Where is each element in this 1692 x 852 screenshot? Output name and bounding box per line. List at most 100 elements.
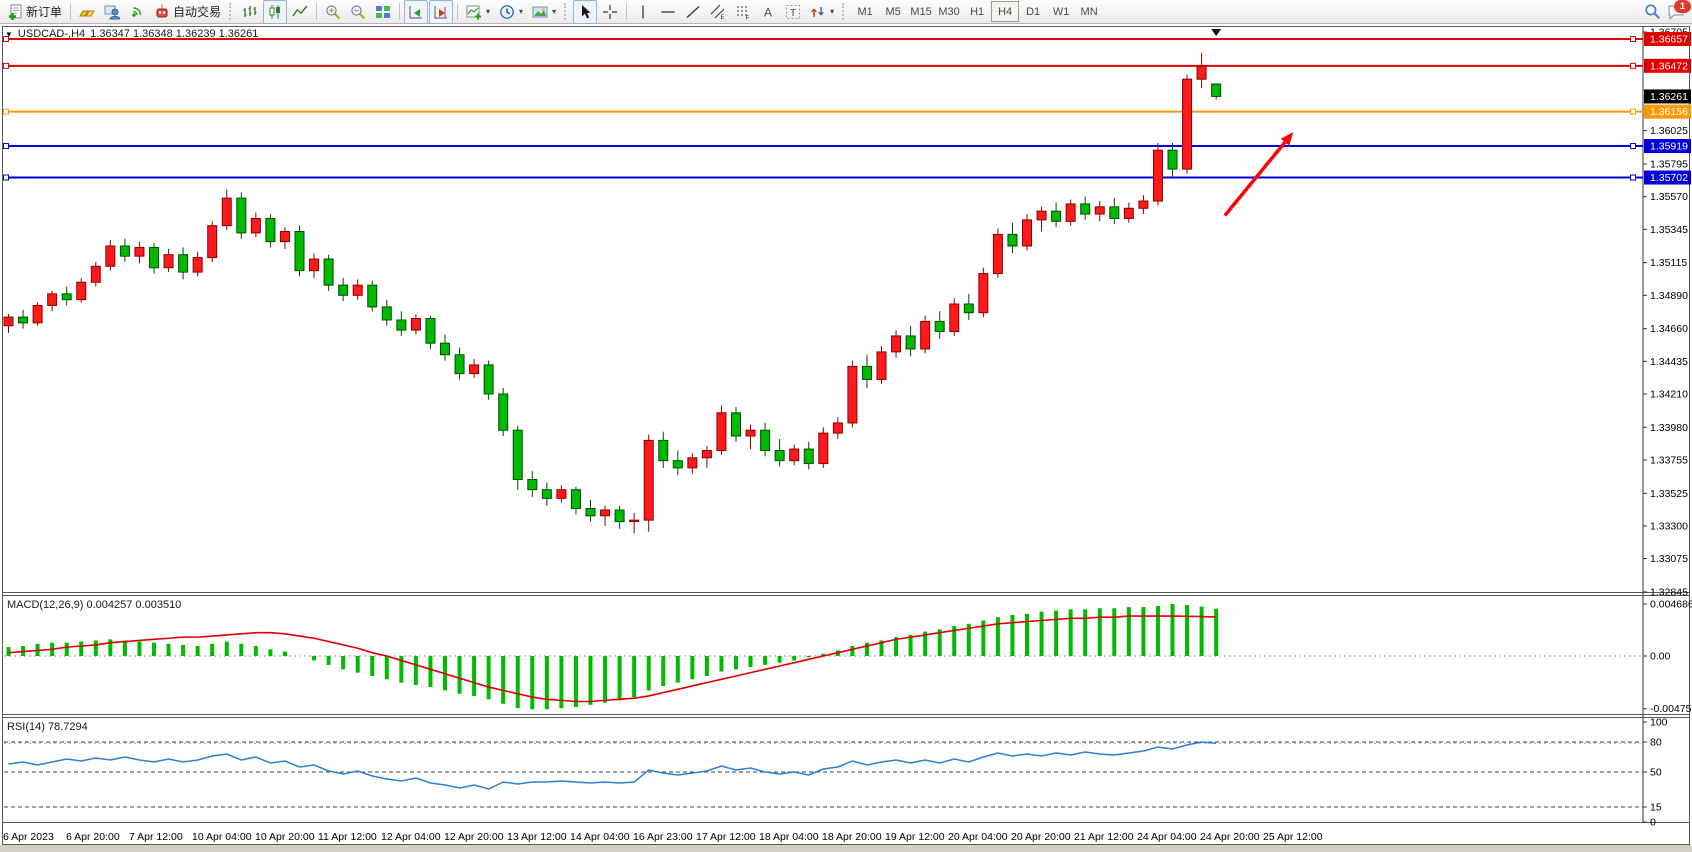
text-tool-button[interactable]: A (756, 0, 780, 24)
arrows-tool-button[interactable]: ▾ (806, 0, 838, 24)
line-chart-mode-button[interactable] (288, 0, 312, 24)
zoom-out-button[interactable] (346, 0, 370, 24)
candlestick-icon (267, 4, 283, 20)
toolbar-grip (564, 3, 569, 20)
text-label-tool-button[interactable]: T (781, 0, 805, 24)
fibonacci-tool-button[interactable]: F (731, 0, 755, 24)
zoom-in-button[interactable] (321, 0, 345, 24)
toolbar-separator (457, 3, 458, 20)
svg-text:25 Apr 12:00: 25 Apr 12:00 (1263, 831, 1323, 843)
toolbar-separator (70, 3, 71, 20)
svg-text:1.36472: 1.36472 (1650, 60, 1688, 72)
svg-text:1.35702: 1.35702 (1650, 172, 1688, 184)
channel-tool-button[interactable]: E (706, 0, 730, 24)
toolbar-separator (316, 3, 317, 20)
svg-text:E: E (721, 15, 725, 20)
tile-windows-button[interactable] (371, 0, 395, 24)
signal-icon (129, 4, 145, 20)
main-toolbar: 新订单 自动交易 (0, 0, 1692, 24)
svg-text:0: 0 (1650, 817, 1656, 829)
periods-button[interactable]: ▾ (495, 0, 527, 24)
text-label-icon: T (785, 4, 801, 20)
svg-text:1.36025: 1.36025 (1650, 125, 1688, 137)
svg-text:80: 80 (1650, 737, 1662, 749)
auto-trading-button[interactable]: 自动交易 (150, 0, 225, 24)
svg-text:1.36156: 1.36156 (1650, 106, 1688, 118)
timeframe-button-H4[interactable]: H4 (991, 1, 1019, 22)
svg-text:11 Apr 12:00: 11 Apr 12:00 (318, 831, 377, 843)
svg-text:18 Apr 04:00: 18 Apr 04:00 (759, 831, 819, 843)
svg-text:16 Apr 23:00: 16 Apr 23:00 (633, 831, 693, 843)
metaeditor-button[interactable] (100, 0, 124, 24)
dropdown-caret-icon: ▾ (486, 7, 490, 16)
timeframe-button-M30[interactable]: M30 (935, 1, 963, 22)
chart-shift-icon (433, 4, 449, 20)
fibonacci-icon: F (735, 4, 751, 20)
toolbar-grip (229, 3, 234, 20)
chart-canvas[interactable]: 1.367051.360251.357951.355701.353451.351… (0, 24, 1692, 852)
svg-text:0.00: 0.00 (1650, 651, 1671, 663)
timeframe-button-M15[interactable]: M15 (907, 1, 935, 22)
svg-text:1.35919: 1.35919 (1650, 141, 1688, 153)
svg-text:1.33755: 1.33755 (1650, 454, 1688, 466)
dropdown-caret-icon: ▾ (830, 7, 834, 16)
template-icon (532, 4, 548, 20)
editor-person-icon (104, 4, 120, 20)
notifications-button[interactable]: 1 (1667, 4, 1685, 20)
equidistant-channel-icon: E (710, 4, 726, 20)
timeframe-button-D1[interactable]: D1 (1019, 1, 1047, 22)
dropdown-caret-icon: ▾ (552, 7, 556, 16)
timeframe-button-M5[interactable]: M5 (879, 1, 907, 22)
timeframe-button-M1[interactable]: M1 (851, 1, 879, 22)
svg-text:24 Apr 20:00: 24 Apr 20:00 (1200, 831, 1260, 843)
chart-window: 1.367051.360251.357951.355701.353451.351… (0, 24, 1692, 852)
svg-text:1.32845: 1.32845 (1650, 586, 1688, 598)
svg-text:10 Apr 04:00: 10 Apr 04:00 (192, 831, 252, 843)
gold-bars-icon (79, 4, 95, 20)
crosshair-icon (602, 4, 618, 20)
svg-text:1.35115: 1.35115 (1650, 257, 1687, 269)
svg-text:A: A (764, 5, 772, 19)
templates-button[interactable]: ▾ (528, 0, 560, 24)
timeframe-button-W1[interactable]: W1 (1047, 1, 1075, 22)
cursor-icon (577, 4, 593, 20)
text-icon: A (760, 4, 776, 20)
vertical-line-tool-button[interactable] (631, 0, 655, 24)
svg-text:1.33300: 1.33300 (1650, 520, 1688, 532)
svg-text:6 Apr 2023: 6 Apr 2023 (3, 831, 54, 843)
search-icon[interactable] (1644, 3, 1661, 20)
zoom-in-icon (325, 4, 341, 20)
chart-shift-button[interactable] (429, 0, 453, 24)
toolbar-separator (399, 3, 400, 20)
new-order-button[interactable]: 新订单 (3, 0, 66, 24)
clock-icon (499, 4, 515, 20)
horizontal-line-icon (660, 4, 676, 20)
svg-text:F: F (746, 15, 750, 20)
svg-text:1.33525: 1.33525 (1650, 488, 1688, 500)
svg-text:1.33075: 1.33075 (1650, 553, 1688, 565)
candlestick-mode-button[interactable] (263, 0, 287, 24)
bar-chart-mode-button[interactable] (238, 0, 262, 24)
svg-text:12 Apr 20:00: 12 Apr 20:00 (444, 831, 504, 843)
history-center-button[interactable] (75, 0, 99, 24)
svg-text:13 Apr 12:00: 13 Apr 12:00 (507, 831, 567, 843)
autotrading-robot-icon (154, 4, 170, 20)
cursor-tool-button[interactable] (573, 0, 597, 24)
trendline-tool-button[interactable] (681, 0, 705, 24)
indicators-button[interactable]: ▾ (462, 0, 494, 24)
crosshair-tool-button[interactable] (598, 0, 622, 24)
svg-text:1.34210: 1.34210 (1650, 388, 1688, 400)
svg-text:12 Apr 04:00: 12 Apr 04:00 (381, 831, 441, 843)
signals-button[interactable] (125, 0, 149, 24)
notification-badge: 1 (1674, 0, 1691, 13)
svg-text:21 Apr 12:00: 21 Apr 12:00 (1074, 831, 1134, 843)
horizontal-line-tool-button[interactable] (656, 0, 680, 24)
time-axis[interactable]: 6 Apr 20236 Apr 20:007 Apr 12:0010 Apr 0… (3, 831, 1323, 843)
auto-scroll-button[interactable] (404, 0, 428, 24)
svg-text:100: 100 (1650, 717, 1668, 729)
timeframe-button-H1[interactable]: H1 (963, 1, 991, 22)
svg-text:24 Apr 04:00: 24 Apr 04:00 (1137, 831, 1197, 843)
timeframe-button-MN[interactable]: MN (1075, 1, 1103, 22)
svg-text:50: 50 (1650, 767, 1662, 779)
svg-text:14 Apr 04:00: 14 Apr 04:00 (570, 831, 630, 843)
